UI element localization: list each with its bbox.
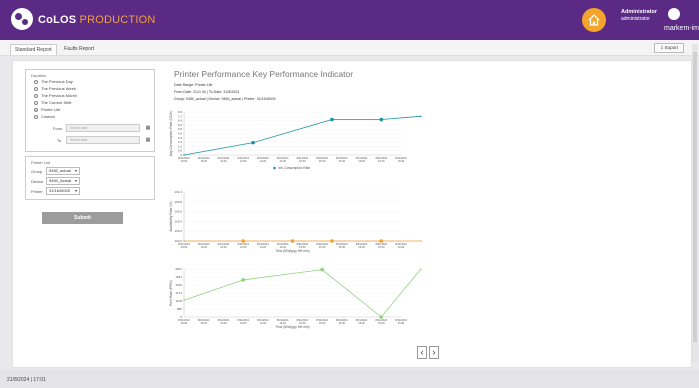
x-tick-label: 16:40 [398, 321, 405, 325]
report-tabs: Standard Report Faults Report [0, 40, 699, 56]
data-point [330, 117, 334, 122]
y-axis-label: Availability Rate (%) [169, 201, 173, 231]
data-point [183, 299, 185, 302]
user-menu[interactable]: Administrator administrator [621, 9, 657, 23]
data-point [183, 240, 185, 242]
y-tick-label: 1100 [176, 299, 183, 303]
y-tick-label: 101.0 [174, 190, 182, 194]
x-tick-label: 15:00 [181, 321, 188, 325]
x-tick-label: 16:20 [378, 159, 385, 163]
data-point [330, 239, 334, 243]
x-tick-label: 14:20 [260, 245, 267, 249]
x-tick-label: 16:00 [358, 159, 365, 163]
x-tick-label: 15:00 [299, 159, 306, 163]
data-point [183, 154, 185, 156]
data-point [419, 115, 422, 118]
data-point [251, 140, 255, 145]
x-tick-label: 14:20 [260, 321, 267, 325]
x-tick-label: 14:00 [240, 245, 247, 249]
tab-standard-report[interactable]: Standard Report [10, 44, 57, 55]
x-tick-label: 15:20 [319, 321, 326, 325]
x-tick-label: 16:00 [358, 245, 365, 249]
x-tick-label: 13:40 [220, 321, 227, 325]
brand-name: markem-imaje [664, 25, 699, 32]
y-tick-label: 1844 [175, 275, 182, 279]
y-tick-label: 100.4 [174, 219, 182, 223]
chevron-right-icon: › [432, 347, 436, 357]
chevron-left-icon: ‹ [420, 347, 424, 357]
app-title: CoLOS PRODUCTION [38, 14, 156, 26]
home-button[interactable] [582, 8, 606, 32]
x-tick-label: 14:40 [279, 159, 286, 163]
prev-page-button[interactable]: ‹ [417, 346, 427, 359]
colos-logo-icon [11, 8, 33, 30]
footer-datetime: 21/8/2024 | 17:01 [7, 377, 46, 383]
data-point [241, 239, 245, 243]
x-tick-label: 13:20 [200, 245, 207, 249]
y-tick-label: 100.6 [174, 210, 182, 214]
export-button[interactable]: ⇩ Export [654, 43, 684, 53]
y-axis-label: Avg Consumption Rate (CC/h) [169, 111, 173, 157]
data-point [320, 267, 324, 272]
x-tick-label: 13:20 [200, 321, 207, 325]
x-tick-label: 14:00 [240, 159, 247, 163]
x-tick-label: 15:40 [339, 159, 346, 163]
x-tick-label: 14:00 [240, 321, 247, 325]
app-header: CoLOS PRODUCTION Administrator administr… [0, 0, 699, 40]
brand-mark-icon [668, 8, 680, 20]
data-point [379, 315, 384, 319]
y-tick-label: 2007 [175, 267, 182, 271]
x-tick-label: 14:20 [260, 159, 267, 163]
x-tick-label: 15:20 [200, 159, 207, 163]
x-tick-label: 13:40 [220, 159, 227, 163]
x-tick-label: 15:20 [319, 159, 326, 163]
y-tick-label: 1610 [175, 283, 182, 287]
x-tick-label: 16:40 [398, 245, 405, 249]
next-page-button[interactable]: › [429, 346, 439, 359]
x-tick-label: 15:40 [339, 245, 346, 249]
y-tick-label: 100.2 [174, 229, 182, 233]
data-point [419, 240, 422, 242]
x-tick-label: 15:00 [181, 159, 188, 163]
x-tick-label: 16:20 [378, 245, 385, 249]
x-axis-label: Time (M/d/yyyy HH:mm) [275, 249, 309, 253]
tab-faults-report[interactable]: Faults Report [60, 44, 98, 54]
status-bar: 21/8/2024 | 17:01 [0, 370, 699, 388]
user-name: Administrator [621, 9, 658, 15]
x-tick-label: 15:20 [319, 245, 326, 249]
x-tick-label: 13:40 [220, 245, 227, 249]
report-panel: Duration The Previous Day The Previous W… [12, 60, 692, 368]
y-tick-label: 100.8 [174, 200, 182, 204]
x-tick-label: 15:00 [181, 245, 188, 249]
data-point [290, 239, 295, 243]
y-tick-label: 1172 [176, 291, 183, 295]
legend-marker [273, 166, 276, 170]
x-tick-label: 15:40 [339, 321, 346, 325]
x-tick-label: 16:40 [398, 159, 405, 163]
legend-label: Ink Consumption Rate [279, 166, 311, 170]
x-tick-label: 16:20 [378, 321, 385, 325]
user-role: administrator [621, 16, 650, 22]
kpi-charts: 8.07.26.45.64.84.03.22.41.60.808/31/2024… [169, 110, 422, 329]
x-tick-label: 16:00 [358, 321, 365, 325]
data-point [379, 239, 384, 243]
scrollbar-thumb[interactable] [693, 52, 697, 342]
y-axis-label: Print Rate (PR/h) [169, 280, 173, 306]
x-axis-label: Time (M/d/yyyy HH:mm) [275, 325, 309, 329]
data-point [379, 117, 384, 122]
series-line [183, 115, 421, 156]
data-point [241, 278, 245, 282]
data-point [419, 268, 422, 270]
y-tick-label: 880 [177, 307, 182, 311]
home-icon [588, 14, 600, 26]
